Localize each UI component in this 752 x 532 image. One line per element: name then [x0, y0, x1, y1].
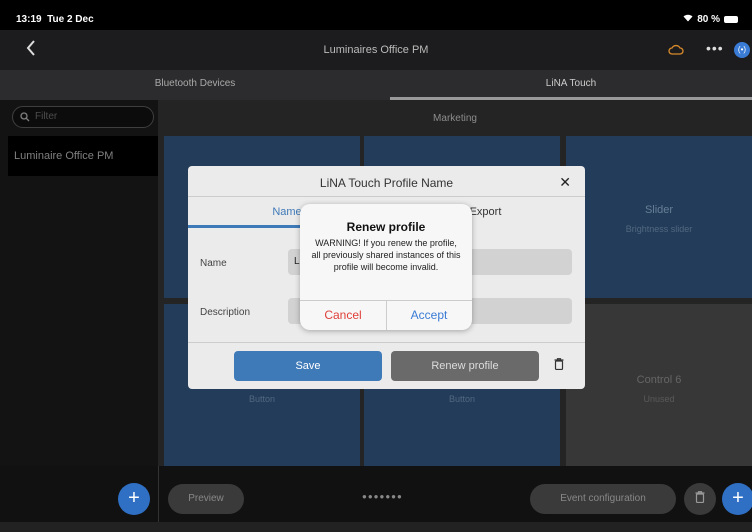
status-bar: 13:19 Tue 2 Dec 80 % — [0, 0, 752, 30]
save-button[interactable]: Save — [234, 351, 382, 381]
close-icon[interactable]: ✕ — [559, 174, 571, 191]
tab-lina-touch[interactable]: LiNA Touch — [390, 70, 752, 100]
renew-profile-alert: Renew profile WARNING! If you renew the … — [300, 204, 472, 330]
divider — [158, 466, 159, 522]
alert-message: WARNING! If you renew the profile, all p… — [311, 238, 461, 272]
status-right: 80 % — [683, 14, 738, 25]
battery-icon — [724, 16, 738, 23]
event-configuration-button[interactable]: Event configuration — [530, 484, 676, 514]
cloud-icon[interactable] — [668, 44, 684, 58]
trash-icon[interactable] — [554, 358, 564, 373]
nav-title: Luminaires Office PM — [323, 44, 429, 56]
battery-percent: 80 % — [697, 14, 720, 25]
bluetooth-device-icon[interactable]: (•) — [734, 42, 750, 58]
trash-icon — [695, 491, 705, 504]
page-indicator[interactable]: ●●●●●●● — [362, 492, 403, 501]
accept-button[interactable]: Accept — [386, 300, 472, 330]
more-icon[interactable]: ••• — [706, 40, 724, 56]
description-label: Description — [200, 307, 251, 318]
name-label: Name — [200, 258, 227, 269]
divider — [188, 342, 585, 343]
status-time: 13:19 Tue 2 Dec — [16, 14, 94, 25]
tab-bluetooth-devices[interactable]: Bluetooth Devices — [0, 70, 390, 100]
add-tile-button[interactable]: + — [722, 483, 752, 515]
delete-tile-button[interactable] — [684, 483, 716, 515]
top-tabs: Bluetooth Devices LiNA Touch — [0, 70, 752, 100]
dialog-title: LiNA Touch Profile Name — [319, 176, 454, 190]
add-device-button[interactable]: + — [118, 483, 150, 515]
home-indicator-area — [0, 522, 752, 532]
nav-bar: Luminaires Office PM ••• (•) — [0, 30, 752, 70]
preview-button[interactable]: Preview — [168, 484, 244, 514]
alert-title: Renew profile — [346, 220, 426, 234]
wifi-icon — [683, 14, 693, 25]
renew-profile-button[interactable]: Renew profile — [391, 351, 539, 381]
cancel-button[interactable]: Cancel — [300, 300, 386, 330]
bottom-bar: + Preview ●●●●●●● Event configuration + — [0, 466, 752, 522]
